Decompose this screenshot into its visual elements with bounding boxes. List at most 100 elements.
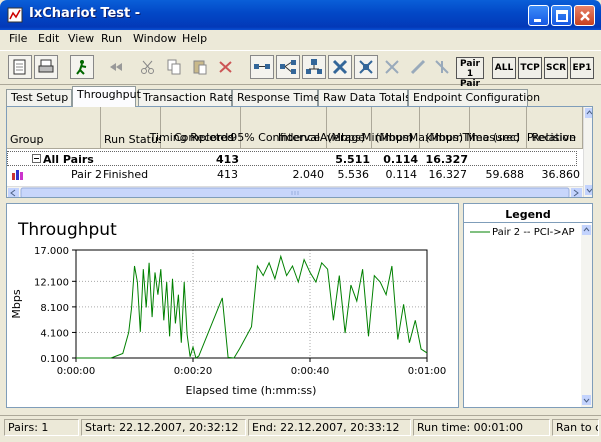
menu-file[interactable]: File	[9, 32, 27, 45]
menu-run[interactable]: Run	[101, 32, 122, 45]
pair-option-icon	[410, 59, 426, 75]
menu-window[interactable]: Window	[133, 32, 176, 45]
multicast-icon	[280, 60, 296, 74]
minimize-icon	[534, 19, 541, 22]
tab-transaction-rate[interactable]: Transaction Rate	[138, 89, 235, 106]
tab-response-time[interactable]: Response Time	[232, 89, 320, 106]
grid-vertical-scrollbar[interactable]	[583, 107, 592, 197]
summary-row[interactable]: All Pairs 413 5.511 0.114 16.327	[7, 151, 577, 166]
paste-icon	[193, 60, 207, 75]
pair-minimum: 0.114	[385, 168, 418, 181]
tab-throughput[interactable]: Throughput	[72, 86, 141, 107]
status-run-time: Run time: 00:01:00	[413, 419, 550, 436]
title-bar[interactable]: IxChariot Test -	[0, 0, 601, 30]
y-axis-label: Mbps	[10, 289, 23, 318]
status-end: End: 22.12.2007, 20:33:12	[248, 419, 411, 436]
header-confidence-interval[interactable]: 95% Confidence Interval	[230, 107, 327, 149]
x-axis-label: Elapsed time (h:mm:ss)	[186, 384, 317, 397]
collapse-icon[interactable]	[32, 154, 41, 163]
summary-group: All Pairs	[43, 153, 94, 166]
y-tick-label: 8.100	[40, 303, 69, 314]
header-measured-time[interactable]: Measured Time (sec)	[462, 107, 527, 149]
summary-minimum: 0.114	[383, 153, 418, 166]
header-group[interactable]: Group	[7, 107, 101, 149]
header-relative-precision[interactable]: Relative Precision	[527, 107, 583, 149]
window-title: IxChariot Test -	[29, 6, 141, 21]
legend-panel: Legend Pair 2 -- PCI->AP	[463, 203, 593, 408]
add-multicast-button[interactable]	[276, 55, 300, 79]
tab-strip: Test Setup Throughput Transaction Rate R…	[0, 86, 601, 107]
pair-option-button-3[interactable]	[430, 55, 454, 79]
pair-row[interactable]: Pair 2 Finished 413 2.040 5.536 0.114 16…	[7, 167, 583, 182]
delete-button[interactable]	[214, 55, 238, 79]
tab-test-setup[interactable]: Test Setup	[6, 89, 72, 106]
legend-scrollbar[interactable]	[581, 225, 592, 407]
rewind-icon	[110, 63, 122, 71]
pair-option-button-2[interactable]	[406, 55, 430, 79]
menu-edit[interactable]: Edit	[38, 32, 59, 45]
results-grid: Group Run Status Timing Records Completed…	[6, 106, 593, 198]
summary-average: 5.511	[335, 153, 370, 166]
y-tick-label: 17.000	[34, 246, 69, 257]
run-icon	[76, 60, 87, 75]
y-tick-label: 0.100	[40, 354, 69, 365]
summary-records: 413	[216, 153, 239, 166]
menu-help[interactable]: Help	[182, 32, 207, 45]
horizontal-scroll-icon	[8, 187, 582, 197]
legend-scroll-arrows-icon	[582, 225, 591, 405]
legend-entry[interactable]: Pair 2 -- PCI->AP	[470, 227, 575, 238]
series-line-pair-2	[76, 254, 428, 359]
pair-records: 413	[217, 168, 238, 181]
status-pairs: Pairs: 1	[4, 419, 79, 436]
paste-button[interactable]	[188, 55, 212, 79]
swap-endpoints-button[interactable]	[328, 55, 352, 79]
y-tick-label: 12.100	[34, 277, 69, 288]
pair-group-button[interactable]	[302, 55, 326, 79]
scissors-icon	[141, 60, 154, 74]
grid-horizontal-scrollbar[interactable]	[7, 186, 583, 197]
pair-option-icon	[385, 60, 399, 74]
edit-pairs-button[interactable]	[354, 55, 378, 79]
pair-option-button-1[interactable]	[380, 55, 404, 79]
maximize-icon	[556, 10, 568, 22]
run-button[interactable]	[70, 55, 94, 79]
status-ran-to: Ran to c	[552, 419, 599, 436]
close-button[interactable]	[574, 5, 595, 26]
add-pair-button[interactable]	[250, 55, 274, 79]
x-tick-label: 0:00:20	[174, 366, 213, 377]
all-button[interactable]: ALL	[492, 57, 516, 79]
summary-maximum: 16.327	[425, 153, 468, 166]
copy-icon	[167, 59, 181, 75]
pair1-label: Pair 1	[460, 59, 480, 79]
legend-title: Legend	[464, 204, 592, 223]
pair-labels-button[interactable]: Pair 1Pair 2	[456, 57, 484, 99]
copy-button[interactable]	[162, 55, 186, 79]
scr-button[interactable]: SCR	[544, 57, 568, 79]
print-button[interactable]	[34, 55, 58, 79]
delete-icon	[219, 61, 232, 73]
maximize-button[interactable]	[551, 5, 572, 26]
new-button[interactable]	[8, 55, 32, 79]
ep1-button[interactable]: EP1	[570, 57, 594, 79]
pair-measured-time: 59.688	[485, 168, 525, 181]
pair-status: Finished	[103, 168, 149, 181]
throughput-chart: Throughput 0.100 4.100 8.100 12.100 17.000 0…	[10, 220, 447, 397]
pair-maximum: 16.327	[428, 168, 468, 181]
tcp-button[interactable]: TCP	[518, 57, 542, 79]
rewind-button[interactable]	[104, 55, 128, 79]
pair-average: 5.536	[337, 168, 370, 181]
header-timing-records[interactable]: Timing Records Completed	[150, 107, 241, 149]
pair-option-icon	[435, 60, 449, 74]
chart-title: Throughput	[17, 220, 117, 240]
close-icon	[580, 11, 590, 21]
edit-pairs-icon	[359, 60, 373, 74]
tab-endpoint-configuration[interactable]: Endpoint Configuration	[408, 89, 540, 106]
plot-area	[75, 249, 428, 359]
x-tick-label: 0:01:00	[408, 366, 447, 377]
menu-view[interactable]: View	[68, 32, 94, 45]
cut-button[interactable]	[136, 55, 160, 79]
tab-raw-data-totals[interactable]: Raw Data Totals	[318, 89, 411, 106]
minimize-button[interactable]	[528, 5, 549, 26]
throughput-chart-panel: Throughput 0.100 4.100 8.100 12.100 17.000 0…	[6, 203, 459, 408]
pair-icon	[254, 64, 270, 69]
